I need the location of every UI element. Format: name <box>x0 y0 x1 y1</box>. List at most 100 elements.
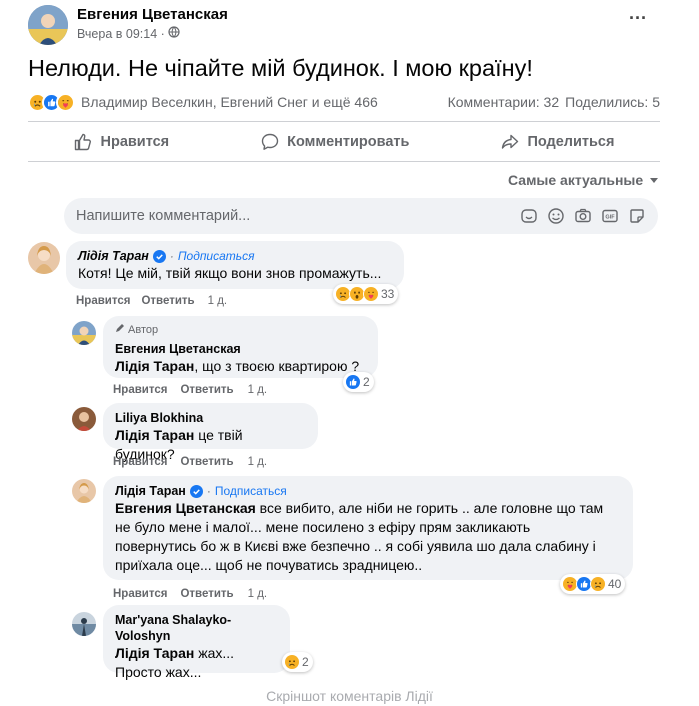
comment-line: приїхала оце... щоб не почуватись зрадни… <box>115 557 423 573</box>
comment-line: повернутись бо ж в Києві вже безпечно ..… <box>115 538 596 554</box>
comment-reactions[interactable]: 40 <box>560 574 626 594</box>
comment-like-link[interactable]: Нравится <box>76 295 130 307</box>
post-time[interactable]: Вчера в 09:14 · <box>77 27 165 41</box>
reactors-text[interactable]: Владимир Веселкин, Евгений Снег и ещё 46… <box>81 94 448 110</box>
comment-bubble: Liliya Blokhina Лідія Таран це твій буди… <box>103 403 318 462</box>
author-badge: Автор <box>115 321 366 340</box>
reactions-count: 33 <box>381 287 395 301</box>
commenter-name[interactable]: Лідія Таран <box>78 248 149 264</box>
sort-label: Самые актуальные <box>508 172 644 188</box>
like-icon <box>345 374 361 390</box>
comment-reactions[interactable]: 33 <box>333 284 399 304</box>
divider <box>28 121 660 122</box>
globe-icon <box>168 26 180 41</box>
verified-icon <box>152 249 166 263</box>
comment-reactions[interactable]: 2 <box>343 372 374 392</box>
comment-like-link[interactable]: Нравится <box>113 384 167 396</box>
like-button[interactable]: Нравится <box>73 132 169 152</box>
comment-bubble: Mar'yana Shalayko-Voloshyn Лідія Таран ж… <box>103 605 290 680</box>
reaction-icons[interactable] <box>28 92 75 112</box>
mention-link[interactable]: Лідія Таран <box>115 427 194 443</box>
avatar-sticker-icon[interactable] <box>520 207 538 225</box>
mention-link[interactable]: Евгения Цветанская <box>115 500 256 516</box>
commenter-name[interactable]: Liliya Blokhina <box>115 410 306 426</box>
comment-reply-link[interactable]: Ответить <box>180 456 233 468</box>
commenter-avatar[interactable] <box>72 321 96 345</box>
comment-time[interactable]: 1 д. <box>248 588 268 600</box>
separator: · <box>169 249 174 263</box>
post-meta: Вчера в 09:14 · <box>77 26 180 41</box>
comment-like-link[interactable]: Нравится <box>113 588 167 600</box>
comment-actions: Нравится Ответить 1 д. <box>113 456 267 468</box>
comment-reply-link[interactable]: Ответить <box>180 588 233 600</box>
commenter-name[interactable]: Евгения Цветанская <box>115 341 366 357</box>
comment-text: Котя! Це мій, твій якщо вони знов промаж… <box>78 265 382 281</box>
comment-bubble: Лідія Таран · Подписаться Котя! Це мій, … <box>66 241 404 289</box>
like-label: Нравится <box>100 134 170 150</box>
author-avatar[interactable] <box>28 5 68 45</box>
comment-time[interactable]: 1 д. <box>248 384 268 396</box>
subscribe-link[interactable]: Подписаться <box>178 248 255 264</box>
care-icon <box>56 92 75 112</box>
separator: · <box>206 484 211 498</box>
camera-icon[interactable] <box>574 207 592 225</box>
comment-bubble: Автор Евгения Цветанская Лідія Таран, що… <box>103 316 378 378</box>
sad-icon <box>284 654 300 670</box>
share-label: Поделиться <box>527 134 615 150</box>
caret-down-icon <box>649 172 659 188</box>
comment-body: жах... <box>194 645 235 661</box>
comment-icon <box>261 133 279 150</box>
reactions-summary: Владимир Веселкин, Евгений Снег и ещё 46… <box>28 90 660 114</box>
sticker-icon[interactable] <box>628 207 646 225</box>
divider <box>28 161 660 162</box>
verified-icon <box>189 484 203 498</box>
mention-link[interactable]: Лідія Таран <box>115 358 194 374</box>
comment-line: все вибито, але ніби не горить .. але го… <box>255 500 604 516</box>
post-actions: Нравится Комментировать Поделиться <box>28 126 660 158</box>
comment-text: Евгения Цветанская все вибито, але ніби … <box>115 499 621 518</box>
commenter-avatar[interactable] <box>72 479 96 503</box>
comment-box: GIF <box>64 198 658 234</box>
comment-actions: Нравится Ответить 1 д. <box>76 295 227 307</box>
comment-reply-link[interactable]: Ответить <box>180 384 233 396</box>
comment-reply-link[interactable]: Ответить <box>141 295 194 307</box>
author-name[interactable]: Евгения Цветанская <box>77 6 228 23</box>
commenter-avatar[interactable] <box>72 407 96 431</box>
comment-reactions[interactable]: 2 <box>282 652 313 672</box>
comment-text: Лідія Таран жах... <box>115 644 278 663</box>
gif-icon[interactable]: GIF <box>601 207 619 225</box>
comments-count[interactable]: Комментарии: 32 <box>448 94 560 110</box>
comment-input[interactable] <box>76 208 520 224</box>
comment-time[interactable]: 1 д. <box>248 456 268 468</box>
share-icon <box>502 134 519 149</box>
comment-bubble: Лідія Таран · Подписаться Евгения Цветан… <box>103 476 633 580</box>
emoji-icon[interactable] <box>547 207 565 225</box>
comment-time[interactable]: 1 д. <box>208 295 228 307</box>
comment-author: Лідія Таран · Подписаться <box>78 248 392 264</box>
comment-body: , що з твоєю квартирою ? <box>194 358 360 374</box>
subscribe-link[interactable]: Подписаться <box>215 483 287 499</box>
share-button[interactable]: Поделиться <box>500 132 614 152</box>
more-options-button[interactable]: ··· <box>629 8 647 29</box>
sort-dropdown[interactable]: Самые актуальные <box>508 172 659 188</box>
pencil-icon <box>115 321 125 340</box>
reactions-count: 2 <box>363 375 370 389</box>
thumbs-up-icon <box>75 133 92 151</box>
reactions-count: 2 <box>302 655 309 669</box>
shares-count[interactable]: Поделились: 5 <box>565 94 660 110</box>
reactions-count: 40 <box>608 577 622 591</box>
mention-link[interactable]: Лідія Таран <box>115 645 194 661</box>
comment-button[interactable]: Комментировать <box>260 132 409 152</box>
svg-text:GIF: GIF <box>605 215 615 221</box>
commenter-avatar[interactable] <box>28 242 60 274</box>
comment-actions: Нравится Ответить 1 д. <box>113 588 267 600</box>
comment-line: Просто жах... <box>115 664 202 680</box>
comment-text: Лідія Таран, що з твоєю квартирою ? <box>115 357 366 376</box>
care-icon <box>363 286 379 302</box>
commenter-name[interactable]: Лідія Таран <box>115 483 186 499</box>
commenter-avatar[interactable] <box>72 612 96 636</box>
comment-like-link[interactable]: Нравится <box>113 456 167 468</box>
commenter-name[interactable]: Mar'yana Shalayko-Voloshyn <box>115 612 278 644</box>
post-text: Нелюди. Не чіпайте мій будинок. І мою кр… <box>28 55 533 81</box>
comment-label: Комментировать <box>287 134 410 150</box>
